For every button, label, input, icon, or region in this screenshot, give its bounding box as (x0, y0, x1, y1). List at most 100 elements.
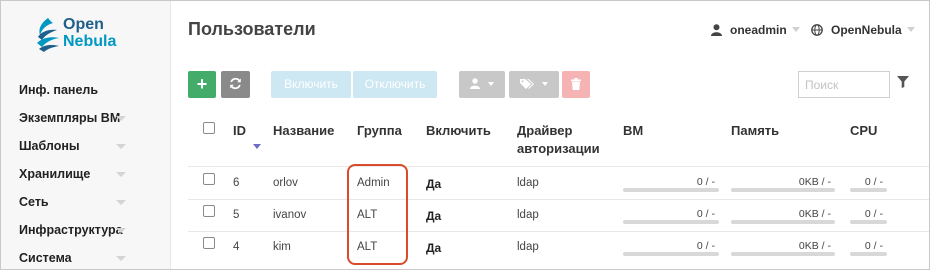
zone-menu[interactable]: OpenNebula (811, 23, 915, 37)
column-header-id[interactable]: ID (233, 122, 246, 140)
username: oneadmin (730, 23, 787, 37)
chevron-down-icon (116, 116, 126, 121)
sidebar-item-dashboard[interactable]: Инф. панель (1, 79, 170, 107)
sidebar-item-vms[interactable]: Экземпляры ВМ (1, 107, 170, 135)
chevron-down-icon (116, 144, 126, 149)
logo-text: Open Nebula (63, 16, 116, 50)
column-header-memory[interactable]: Память (731, 122, 779, 140)
refresh-icon (230, 77, 241, 90)
opennebula-logo[interactable]: Open Nebula (35, 15, 135, 55)
sidebar-item-label: Инф. панель (19, 83, 99, 97)
user-menu[interactable]: oneadmin (711, 23, 800, 37)
logo-icon (37, 18, 59, 52)
sidebar-item-system[interactable]: Система (1, 247, 170, 269)
memory-usage-label: 0KB / - (798, 240, 831, 252)
vm-usage-bar (623, 220, 719, 224)
row-checkbox[interactable] (203, 173, 215, 185)
select-all-checkbox[interactable] (203, 122, 215, 134)
delete-button[interactable] (562, 71, 590, 98)
sidebar-nav: Инф. панель Экземпляры ВМ Шаблоны Хранил… (1, 79, 170, 269)
sidebar-item-label: Экземпляры ВМ (19, 111, 121, 125)
chevron-down-icon (906, 27, 915, 32)
group-column-highlight (347, 164, 408, 265)
chevron-down-icon (116, 228, 126, 233)
column-header-auth-driver[interactable]: Драйвер авторизации (517, 122, 600, 158)
column-header-auth-line2: авторизации (517, 141, 600, 156)
logo-line1: Open (63, 16, 104, 33)
cpu-usage-label: 0 / - (864, 208, 883, 220)
row-divider (188, 231, 929, 232)
column-header-auth-line1: Драйвер (517, 123, 573, 138)
cell-enabled: Да (426, 241, 442, 255)
sidebar-item-label: Сеть (19, 195, 49, 209)
vm-usage-label: 0 / - (696, 240, 715, 252)
user-icon (469, 78, 480, 89)
vm-usage-bar (623, 252, 719, 256)
row-divider (188, 199, 929, 200)
column-header-name[interactable]: Название (273, 122, 334, 140)
cell-id: 4 (233, 241, 240, 253)
chevron-down-icon (542, 82, 549, 86)
column-header-group[interactable]: Группа (357, 122, 402, 140)
cell-id: 5 (233, 209, 240, 221)
cpu-usage-label: 0 / - (864, 176, 883, 188)
globe-icon (811, 24, 823, 36)
row-checkbox[interactable] (203, 237, 215, 249)
user-icon (711, 24, 722, 36)
sidebar-item-storage[interactable]: Хранилище (1, 163, 170, 191)
cell-name: orlov (273, 177, 298, 189)
cell-auth: ldap (517, 241, 539, 253)
cpu-usage-bar (850, 220, 887, 224)
main-content: Пользователи oneadmin OpenNebula + Включ… (171, 1, 929, 269)
cell-enabled: Да (426, 209, 442, 223)
cell-id: 6 (233, 177, 240, 189)
sidebar-item-templates[interactable]: Шаблоны (1, 135, 170, 163)
chevron-down-icon (116, 200, 126, 205)
filter-icon[interactable] (897, 76, 909, 88)
cpu-usage-label: 0 / - (864, 240, 883, 252)
cell-enabled: Да (426, 177, 442, 191)
page-title: Пользователи (188, 19, 316, 39)
sidebar-item-network[interactable]: Сеть (1, 191, 170, 219)
change-group-button[interactable] (459, 71, 505, 98)
tags-icon (519, 79, 534, 89)
app-window: Open Nebula Инф. панель Экземпляры ВМ Ша… (0, 0, 930, 270)
column-header-vm[interactable]: ВМ (623, 122, 643, 140)
sidebar-item-label: Шаблоны (19, 139, 80, 153)
chevron-down-icon (116, 256, 126, 261)
cell-name: kim (273, 241, 291, 253)
trash-icon (571, 78, 581, 90)
memory-usage-bar (731, 220, 835, 224)
search-input[interactable] (798, 71, 890, 98)
cpu-usage-bar (850, 188, 887, 192)
sidebar-item-label: Хранилище (19, 167, 91, 181)
sort-desc-icon (253, 144, 261, 149)
memory-usage-bar (731, 252, 835, 256)
column-header-cpu[interactable]: CPU (850, 122, 877, 140)
header-divider (188, 166, 929, 167)
chevron-down-icon (791, 27, 800, 32)
enable-button[interactable]: Включить (271, 71, 351, 98)
memory-usage-bar (731, 188, 835, 192)
add-user-button[interactable]: + (188, 71, 216, 98)
zone-name: OpenNebula (831, 23, 902, 37)
column-header-enabled[interactable]: Включить (426, 122, 491, 140)
row-checkbox[interactable] (203, 205, 215, 217)
logo-line2: Nebula (63, 33, 117, 50)
labels-button[interactable] (509, 71, 559, 98)
refresh-button[interactable] (221, 71, 250, 98)
sidebar-item-label: Система (19, 251, 72, 265)
disable-button[interactable]: Отключить (353, 71, 437, 98)
vm-usage-label: 0 / - (696, 208, 715, 220)
sidebar: Open Nebula Инф. панель Экземпляры ВМ Ша… (1, 1, 171, 269)
memory-usage-label: 0KB / - (798, 208, 831, 220)
sidebar-item-label: Инфраструктура (19, 223, 123, 237)
cell-auth: ldap (517, 209, 539, 221)
vm-usage-label: 0 / - (696, 176, 715, 188)
memory-usage-label: 0KB / - (798, 176, 831, 188)
cpu-usage-bar (850, 252, 887, 256)
chevron-down-icon (488, 82, 495, 86)
vm-usage-bar (623, 188, 719, 192)
sidebar-item-infrastructure[interactable]: Инфраструктура (1, 219, 170, 247)
cell-name: ivanov (273, 209, 307, 221)
